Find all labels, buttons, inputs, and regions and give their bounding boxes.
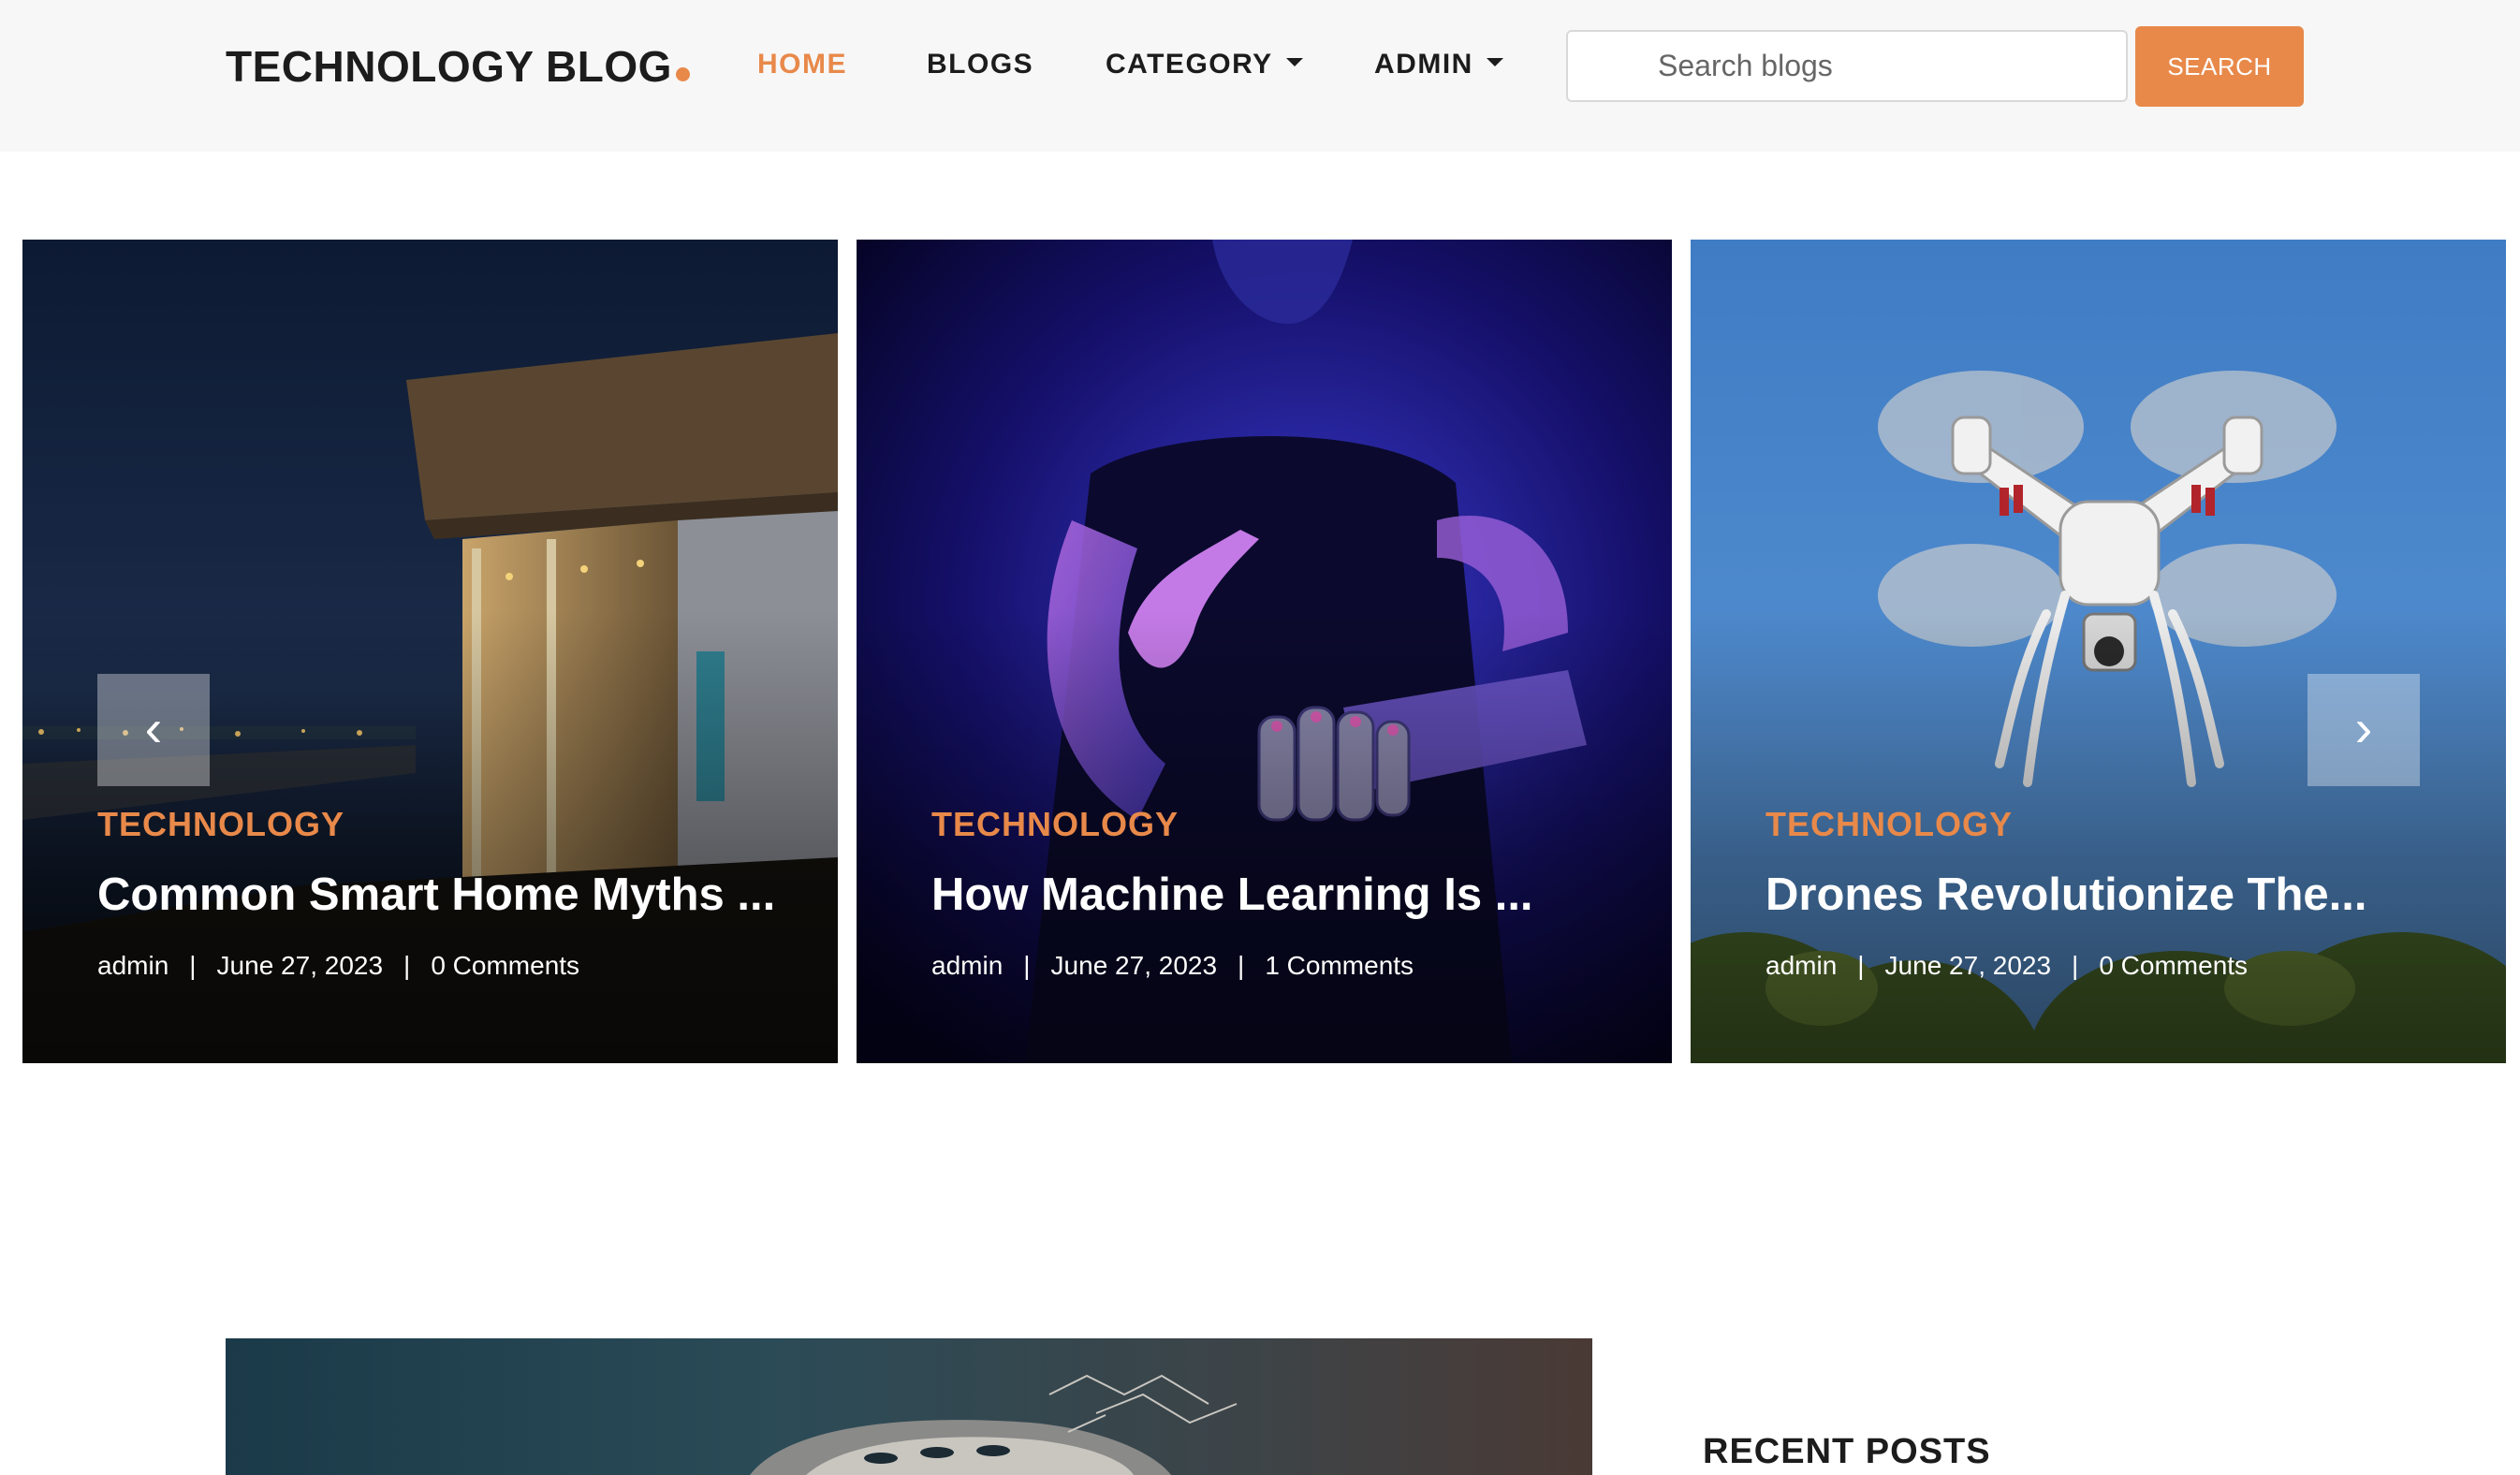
card-author[interactable]: admin — [931, 951, 1003, 980]
caret-down-icon — [1285, 57, 1303, 66]
card-date: June 27, 2023 — [216, 951, 384, 980]
nav-category-dropdown[interactable]: CATEGORY — [1106, 49, 1303, 80]
card-category[interactable]: TECHNOLOGY — [97, 805, 344, 844]
card-overlay — [22, 240, 838, 1063]
logo-dot-icon — [675, 67, 690, 81]
carousel-card[interactable]: TECHNOLOGY Common Smart Home Myths ... a… — [22, 240, 838, 1063]
recent-posts-heading: RECENT POSTS — [1703, 1432, 1991, 1471]
card-meta: admin | June 27, 2023 | 0 Comments — [97, 951, 579, 981]
card-title[interactable]: How Machine Learning Is ... — [931, 869, 1624, 921]
card-category[interactable]: TECHNOLOGY — [931, 805, 1179, 844]
carousel-card[interactable]: TECHNOLOGY How Machine Learning Is ... a… — [857, 240, 1672, 1063]
featured-post-image[interactable] — [226, 1338, 1592, 1475]
meta-separator: | — [2072, 951, 2079, 980]
card-overlay — [1691, 240, 2506, 1063]
meta-separator: | — [1857, 951, 1865, 980]
card-overlay — [857, 240, 1672, 1063]
card-meta: admin | June 27, 2023 | 1 Comments — [931, 951, 1414, 981]
site-logo-text[interactable]: TECHNOLOGY BLOG — [226, 42, 672, 91]
card-comments[interactable]: 0 Comments — [2099, 951, 2248, 980]
nav-admin-label: ADMIN — [1374, 49, 1473, 80]
card-comments[interactable]: 1 Comments — [1265, 951, 1414, 980]
search-input[interactable] — [1566, 30, 2128, 102]
meta-separator: | — [189, 951, 197, 980]
card-meta: admin | June 27, 2023 | 0 Comments — [1765, 951, 2248, 981]
carousel-next-button[interactable]: › — [2308, 674, 2420, 786]
card-comments[interactable]: 0 Comments — [431, 951, 579, 980]
meta-separator: | — [403, 951, 411, 980]
carousel-card[interactable]: TECHNOLOGY Drones Revolutionize The... a… — [1691, 240, 2506, 1063]
card-category[interactable]: TECHNOLOGY — [1765, 805, 2013, 844]
card-date: June 27, 2023 — [1884, 951, 2052, 980]
caret-down-icon — [1486, 57, 1503, 66]
card-author[interactable]: admin — [97, 951, 168, 980]
nav-category-label: CATEGORY — [1106, 49, 1273, 80]
carousel-prev-button[interactable]: ‹ — [97, 674, 210, 786]
site-logo[interactable]: TECHNOLOGY BLOG — [226, 41, 690, 92]
featured-image-art — [750, 1374, 1238, 1475]
search-button[interactable]: SEARCH — [2135, 26, 2304, 107]
nav-admin-dropdown[interactable]: ADMIN — [1374, 49, 1503, 80]
card-title[interactable]: Drones Revolutionize The... — [1765, 869, 2458, 921]
card-title[interactable]: Common Smart Home Myths ... — [97, 869, 790, 921]
card-date: June 27, 2023 — [1050, 951, 1218, 980]
chevron-right-icon: › — [2354, 698, 2373, 757]
meta-separator: | — [1238, 951, 1245, 980]
card-author[interactable]: admin — [1765, 951, 1837, 980]
site-header: TECHNOLOGY BLOG HOME BLOGS CATEGORY ADMI… — [0, 0, 2520, 152]
meta-separator: | — [1023, 951, 1031, 980]
nav-blogs[interactable]: BLOGS — [927, 49, 1033, 80]
chevron-left-icon: ‹ — [144, 698, 163, 757]
nav-home[interactable]: HOME — [757, 49, 847, 80]
